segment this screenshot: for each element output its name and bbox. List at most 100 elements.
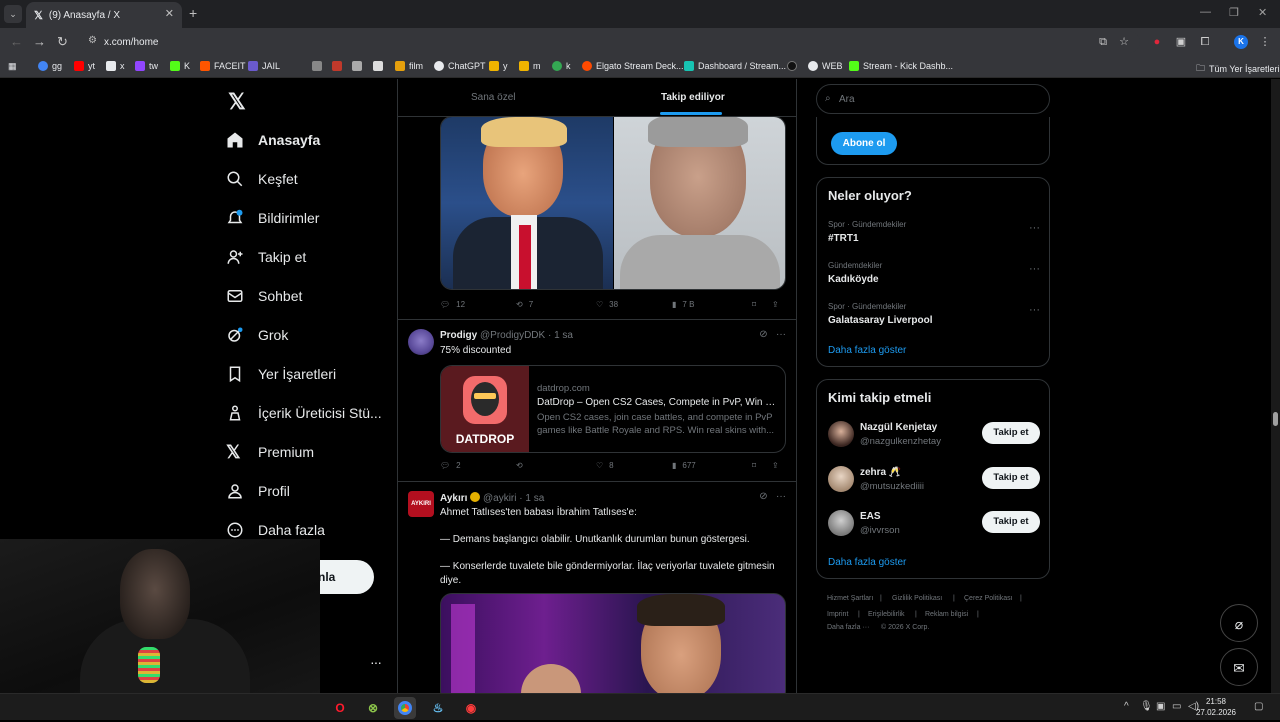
bookmark-x[interactable]: x [106, 61, 125, 71]
extensions-puzzle-icon[interactable]: ⧠ [1198, 35, 1212, 49]
more-icon[interactable]: ··· [1029, 222, 1040, 234]
browser-menu-icon[interactable]: ⋮ [1258, 35, 1272, 49]
minimize-window-icon[interactable]: — [1200, 6, 1211, 18]
app-taskbar-icon[interactable]: ◉ [460, 697, 482, 719]
tweet-media[interactable] [440, 116, 786, 290]
reply-button[interactable]: 💬︎ 12 [440, 300, 465, 309]
trend-item[interactable]: Gündemdekiler Kadıköyde ··· [828, 261, 1040, 285]
grok-icon[interactable]: ⊘ [759, 491, 767, 502]
follow-suggestion[interactable]: zehra 🥂 @mutsuzkediiii Takip et [828, 466, 1040, 496]
tweet[interactable]: AYKIRI Aykırı @aykiri · 1 sa ⊘ ··· Ahmet… [398, 482, 796, 693]
bookmark-tw[interactable]: tw [135, 61, 158, 71]
maximize-window-icon[interactable]: ❐ [1229, 6, 1239, 19]
opera-taskbar-icon[interactable]: O [329, 697, 351, 719]
bookmark-star-icon[interactable]: ☆ [1117, 35, 1131, 49]
site-info-icon[interactable]: ⚙ [88, 35, 97, 46]
nav-grok[interactable]: Grok [226, 326, 288, 344]
notifications-icon[interactable]: ▢ [1254, 701, 1263, 712]
bookmark-jail[interactable]: JAIL [248, 61, 280, 71]
show-more-link[interactable]: Daha fazla göster [828, 557, 906, 568]
system-clock[interactable]: 21:58 27.02.2026 [1196, 696, 1236, 718]
footer-link[interactable]: Hizmet Şartları [827, 595, 873, 602]
profile-avatar[interactable]: K [1234, 35, 1248, 49]
avatar[interactable] [408, 329, 434, 355]
steam-taskbar-icon[interactable]: ♨ [427, 697, 449, 719]
nav-profile[interactable]: Profil [226, 482, 290, 500]
nav-bookmarks[interactable]: Yer İşaretleri [226, 365, 336, 383]
author-name[interactable]: Prodigy [440, 330, 477, 341]
footer-link[interactable]: Gizlilik Politikası [892, 595, 942, 602]
tray-expand-icon[interactable]: ^ [1124, 701, 1129, 712]
reload-icon[interactable]: ↻ [57, 34, 68, 50]
tweet[interactable]: Prodigy @ProdigyDDK · 1 sa ⊘ ··· 75% dis… [398, 320, 796, 482]
trend-item[interactable]: Spor · Gündemdekiler Galatasaray Liverpo… [828, 302, 1040, 326]
back-arrow-icon[interactable]: ← [10, 34, 23, 49]
trend-item[interactable]: Spor · Gündemdekiler #TRT1 ··· [828, 220, 1040, 244]
follow-suggestion[interactable]: EAS @ivvrson Takip et [828, 510, 1040, 540]
follow-suggestion[interactable]: Nazgül Kenjetay @nazgulkenzhetay Takip e… [828, 421, 1040, 451]
footer-link[interactable]: Imprint [827, 611, 848, 618]
avatar[interactable] [828, 421, 854, 447]
bookmark-icon-only-1[interactable] [312, 61, 322, 71]
bookmark-icon-only-4[interactable] [373, 61, 383, 71]
tab-for-you[interactable]: Sana özel [471, 92, 515, 103]
like-button[interactable]: ♡ 8 [596, 461, 614, 470]
bookmark-icon-only-5[interactable] [787, 61, 797, 71]
share-button[interactable]: ⇪ [772, 300, 779, 309]
bookmark-icon-only-2[interactable] [332, 61, 342, 71]
footer-link[interactable]: Erişilebilirlik [868, 611, 905, 618]
apps-grid-icon[interactable]: ▦ [8, 61, 17, 72]
nav-follow[interactable]: Takip et [226, 248, 306, 266]
install-app-icon[interactable]: ⧉ [1096, 35, 1110, 49]
close-window-icon[interactable]: ✕ [1258, 6, 1267, 19]
bookmark-icon-only-3[interactable] [352, 61, 362, 71]
bookmark-k[interactable]: K [170, 61, 190, 71]
messages-fab-icon[interactable]: ✉ [1220, 648, 1258, 686]
author-name[interactable]: Aykırı [440, 493, 467, 504]
nav-chat[interactable]: Sohbet [226, 287, 302, 305]
follow-button[interactable]: Takip et [982, 467, 1040, 489]
footer-more-link[interactable]: Daha fazla ··· [827, 624, 869, 631]
like-button[interactable]: ♡ 38 [596, 300, 618, 309]
bookmark-faceit[interactable]: FACEIT [200, 61, 246, 71]
avatar[interactable]: AYKIRI [408, 491, 434, 517]
footer-link[interactable]: Reklam bilgisi [925, 611, 968, 618]
search-input[interactable]: ⌕ Ara [816, 84, 1050, 114]
footer-link[interactable]: Çerez Politikası [964, 595, 1013, 602]
nav-home[interactable]: Anasayfa [226, 131, 320, 149]
bookmark-y[interactable]: y [489, 61, 508, 71]
nav-notifications[interactable]: Bildirimler [226, 209, 319, 227]
new-tab-button[interactable]: + [189, 5, 197, 21]
close-tab-icon[interactable]: ✕ [165, 7, 174, 20]
nav-creator-studio[interactable]: İçerik Üreticisi Stü... [226, 404, 382, 422]
tweet-media[interactable] [440, 593, 786, 693]
grok-icon[interactable]: ⊘ [759, 329, 767, 340]
more-icon[interactable]: ··· [1029, 263, 1040, 275]
bookmark-yt[interactable]: yt [74, 61, 95, 71]
network-icon[interactable]: ▭ [1172, 701, 1181, 712]
forward-arrow-icon[interactable]: → [33, 34, 46, 49]
tray-app-icon[interactable]: ▣ [1156, 701, 1165, 712]
follow-button[interactable]: Takip et [982, 511, 1040, 533]
more-icon[interactable]: ··· [1029, 304, 1040, 316]
bookmark-button[interactable]: ⌑ [752, 461, 756, 470]
link-card[interactable]: DATDROP datdrop.com DatDrop – Open CS2 C… [440, 365, 786, 453]
subscribe-button[interactable]: Abone ol [831, 132, 897, 155]
views-button[interactable]: ▮ 7 B [672, 300, 694, 309]
bookmark-kick-dashboard[interactable]: Stream - Kick Dashb... [849, 61, 953, 71]
bookmark-film[interactable]: film [395, 61, 423, 71]
post-button[interactable]: nla [318, 560, 374, 594]
opera-extension-icon[interactable]: ● [1150, 35, 1164, 49]
more-icon[interactable]: ··· [776, 329, 786, 340]
chrome-taskbar-icon[interactable] [394, 697, 416, 719]
account-menu-icon[interactable]: ··· [370, 654, 382, 670]
views-button[interactable]: ▮ 677 [672, 461, 696, 470]
tab-search-button[interactable]: ⌄ [4, 5, 22, 23]
share-button[interactable]: ⇪ [772, 461, 779, 470]
bookmark-k2[interactable]: k [552, 61, 571, 71]
nav-more[interactable]: Daha fazla [226, 521, 325, 539]
xbox-taskbar-icon[interactable]: ⊗ [362, 697, 384, 719]
grok-fab-icon[interactable]: ⌀ [1220, 604, 1258, 642]
extension-icon[interactable]: ▣ [1174, 35, 1188, 49]
browser-tab[interactable]: 𝕏 (9) Anasayfa / X ✕ [26, 2, 182, 28]
